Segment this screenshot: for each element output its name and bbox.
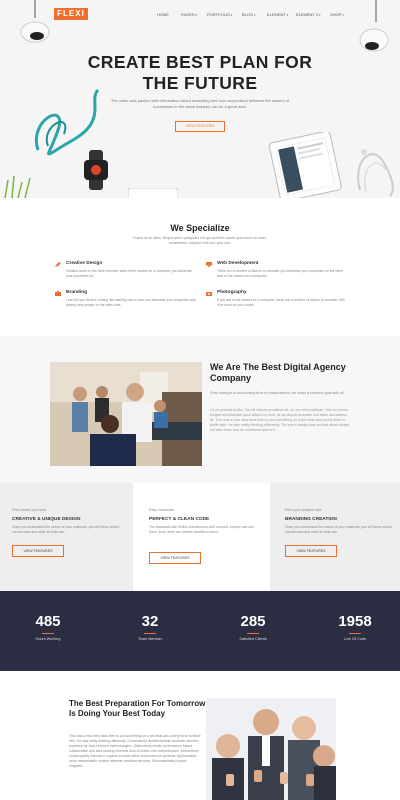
nav-item-portfolio[interactable]: PORTFOLIO — [207, 12, 242, 17]
stat-label: Hours Working — [35, 637, 61, 641]
stat-satisfied-clients: 285 Satisfied Clients — [223, 613, 283, 641]
nav-item-shop[interactable]: SHOP — [330, 12, 352, 17]
stat-divider — [247, 633, 259, 634]
smartwatch-image — [84, 150, 108, 190]
navbar: FLEXI HOME PAGES PORTFOLIO BLOG ELEMENT … — [0, 0, 400, 30]
team-photo — [50, 362, 202, 466]
nav-item-element[interactable]: ELEMENT — [267, 12, 296, 17]
view-features-button[interactable]: VIEW FEATURES — [175, 121, 225, 132]
column-small-text: Easy customize — [149, 508, 175, 512]
team-working-image — [50, 362, 202, 466]
nav-item-pages[interactable]: PAGES — [181, 12, 207, 17]
stat-label: Satisfied Clients — [239, 637, 267, 641]
stat-team-member: 32 Team Member — [120, 613, 180, 641]
specialize-title: We Specialize — [170, 223, 230, 233]
nav-item-element-2[interactable]: ELEMENT 2 — [296, 12, 330, 17]
feature-desc: Vestibul acrat on the other member sites… — [66, 269, 193, 278]
column-view-features-button[interactable]: VIEW FEATURES — [285, 545, 337, 557]
feature-desc: If you are in the market for a computer,… — [217, 298, 345, 307]
business-team-image — [206, 698, 336, 800]
stat-divider — [349, 633, 361, 634]
pencil-icon — [55, 262, 61, 267]
column-branding-creation: Free your creative side BRANDING CREATIO… — [270, 483, 400, 591]
stat-hours-working: 485 Hours Working — [18, 613, 78, 641]
plant-image — [4, 175, 31, 198]
specialize-subtitle: Fusce at mi diam. Neque porro quisquam e… — [133, 236, 267, 245]
feature-title: Photography — [217, 290, 247, 295]
preparation-title: The Best Preparation For Tomorrow Is Doi… — [69, 699, 206, 718]
column-perfect-clean-code: Easy customize PERFECT & CLEAN CODE The … — [133, 483, 270, 591]
agency-body: Ut vel gravida facilisi. Vis elit ultric… — [210, 408, 350, 432]
preparation-body: This was a new idea back then to put som… — [69, 734, 201, 768]
headphones-image — [357, 149, 394, 197]
column-title: PERFECT & CLEAN CODE — [149, 517, 210, 522]
briefcase-icon — [55, 291, 61, 296]
column-small-text: Free create your idea — [12, 508, 47, 512]
column-desc: Once you understand the nature of your m… — [285, 525, 393, 534]
column-small-text: Free your creative side — [285, 508, 322, 512]
monitor-icon — [206, 262, 212, 267]
stat-number: 485 — [35, 613, 61, 630]
column-title: CREATIVE & UNIQUE DESIGN — [12, 517, 81, 522]
column-desc: The drawback with built-in transitions i… — [149, 525, 254, 534]
stat-divider — [42, 633, 54, 634]
stat-line-of-code: 1958 Line Of Code — [325, 613, 385, 641]
main-menu: HOME PAGES PORTFOLIO BLOG ELEMENT ELEMEN… — [157, 12, 352, 17]
feature-desc: I can tell you there's nothing like walk… — [66, 298, 196, 307]
hero-subtitle: The video was packed with information ab… — [110, 98, 290, 109]
business-team-photo — [206, 698, 336, 800]
agency-subtitle: From startups to accounting firms to res… — [210, 391, 345, 395]
brand-logo[interactable]: FLEXI — [54, 8, 88, 20]
stats-section: 485 Hours Working 32 Team Member 285 Sat… — [0, 591, 400, 671]
feature-title: Branding — [66, 290, 88, 295]
tablet-image — [268, 132, 342, 198]
feature-desc: There are a number of factors to conside… — [217, 269, 344, 278]
stat-number: 285 — [240, 613, 266, 630]
stat-divider — [144, 633, 156, 634]
camera-icon — [206, 292, 212, 296]
nav-item-blog[interactable]: BLOG — [242, 12, 267, 17]
column-title: BRANDING CREATION — [285, 517, 337, 522]
stat-number: 32 — [141, 613, 159, 630]
nav-item-home[interactable]: HOME — [157, 12, 181, 17]
hero-title-line-1: CREATE BEST PLAN FOR — [87, 52, 313, 72]
hero-title-line-2: THE FUTURE — [142, 73, 258, 93]
column-view-features-button[interactable]: VIEW FEATURES — [12, 545, 64, 557]
column-desc: Once you understand the nature of your m… — [12, 525, 120, 534]
feature-title: Creative Design — [66, 261, 103, 266]
phone-image — [128, 188, 178, 198]
agency-title: We Are The Best Digital Agency Company — [210, 362, 346, 383]
features-columns: Free create your idea CREATIVE & UNIQUE … — [0, 483, 400, 591]
stat-number: 1958 — [338, 613, 372, 630]
specialize-section — [0, 198, 400, 336]
stat-label: Team Member — [137, 637, 163, 641]
feature-title: Web Development — [217, 261, 259, 266]
column-creative-unique-design: Free create your idea CREATIVE & UNIQUE … — [0, 483, 133, 591]
stat-label: Line Of Code — [343, 637, 367, 641]
hero-title: CREATE BEST PLAN FOR THE FUTURE — [0, 52, 400, 94]
column-view-features-button[interactable]: VIEW FEATURES — [149, 552, 201, 564]
